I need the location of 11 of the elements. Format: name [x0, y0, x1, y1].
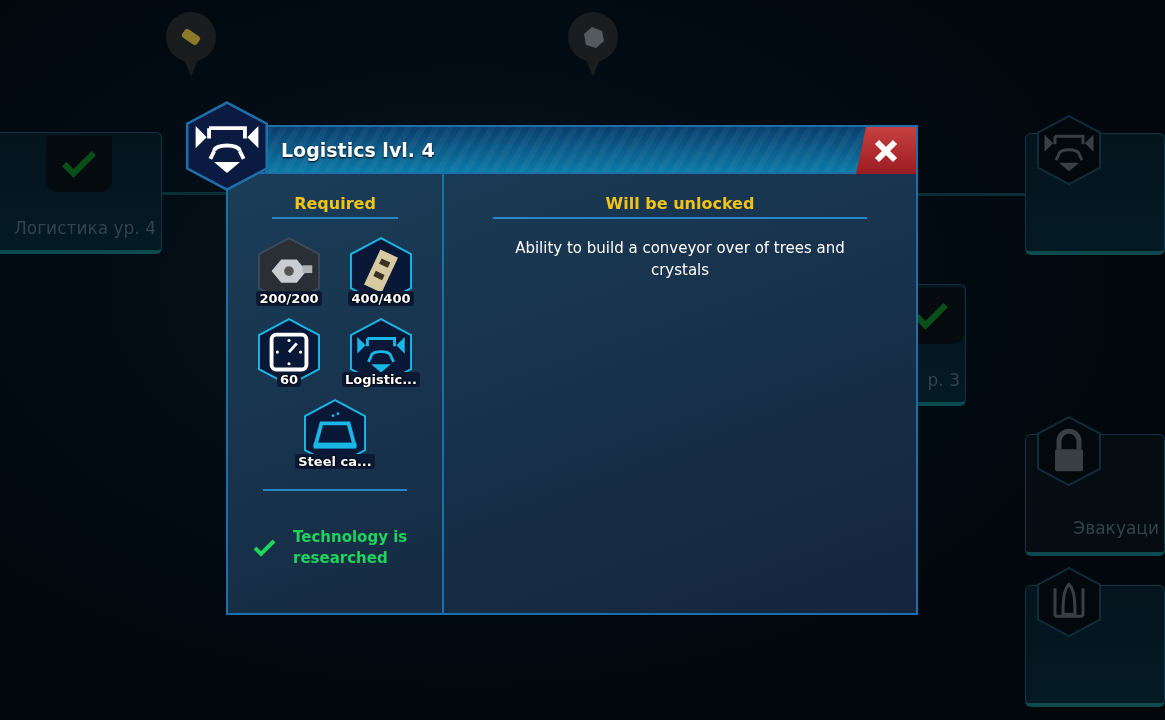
section-heading: Required — [272, 194, 398, 219]
requirement-label: 200/200 — [256, 291, 322, 307]
status-text: Technology is researched — [293, 526, 409, 569]
requirement-label: Steel ca... — [295, 453, 375, 469]
requirement-label: 400/400 — [348, 291, 414, 307]
requirement-label: 60 — [276, 372, 302, 388]
dialog-title: Logistics lvl. 4 — [281, 138, 435, 161]
section-heading: Will be unlocked — [493, 194, 867, 219]
unlock-description: Ability to build a conveyor over of trees and crystals — [514, 238, 846, 281]
node-label: Эвакуаци — [1073, 518, 1159, 538]
requirement-label: Logistic... — [342, 372, 420, 388]
